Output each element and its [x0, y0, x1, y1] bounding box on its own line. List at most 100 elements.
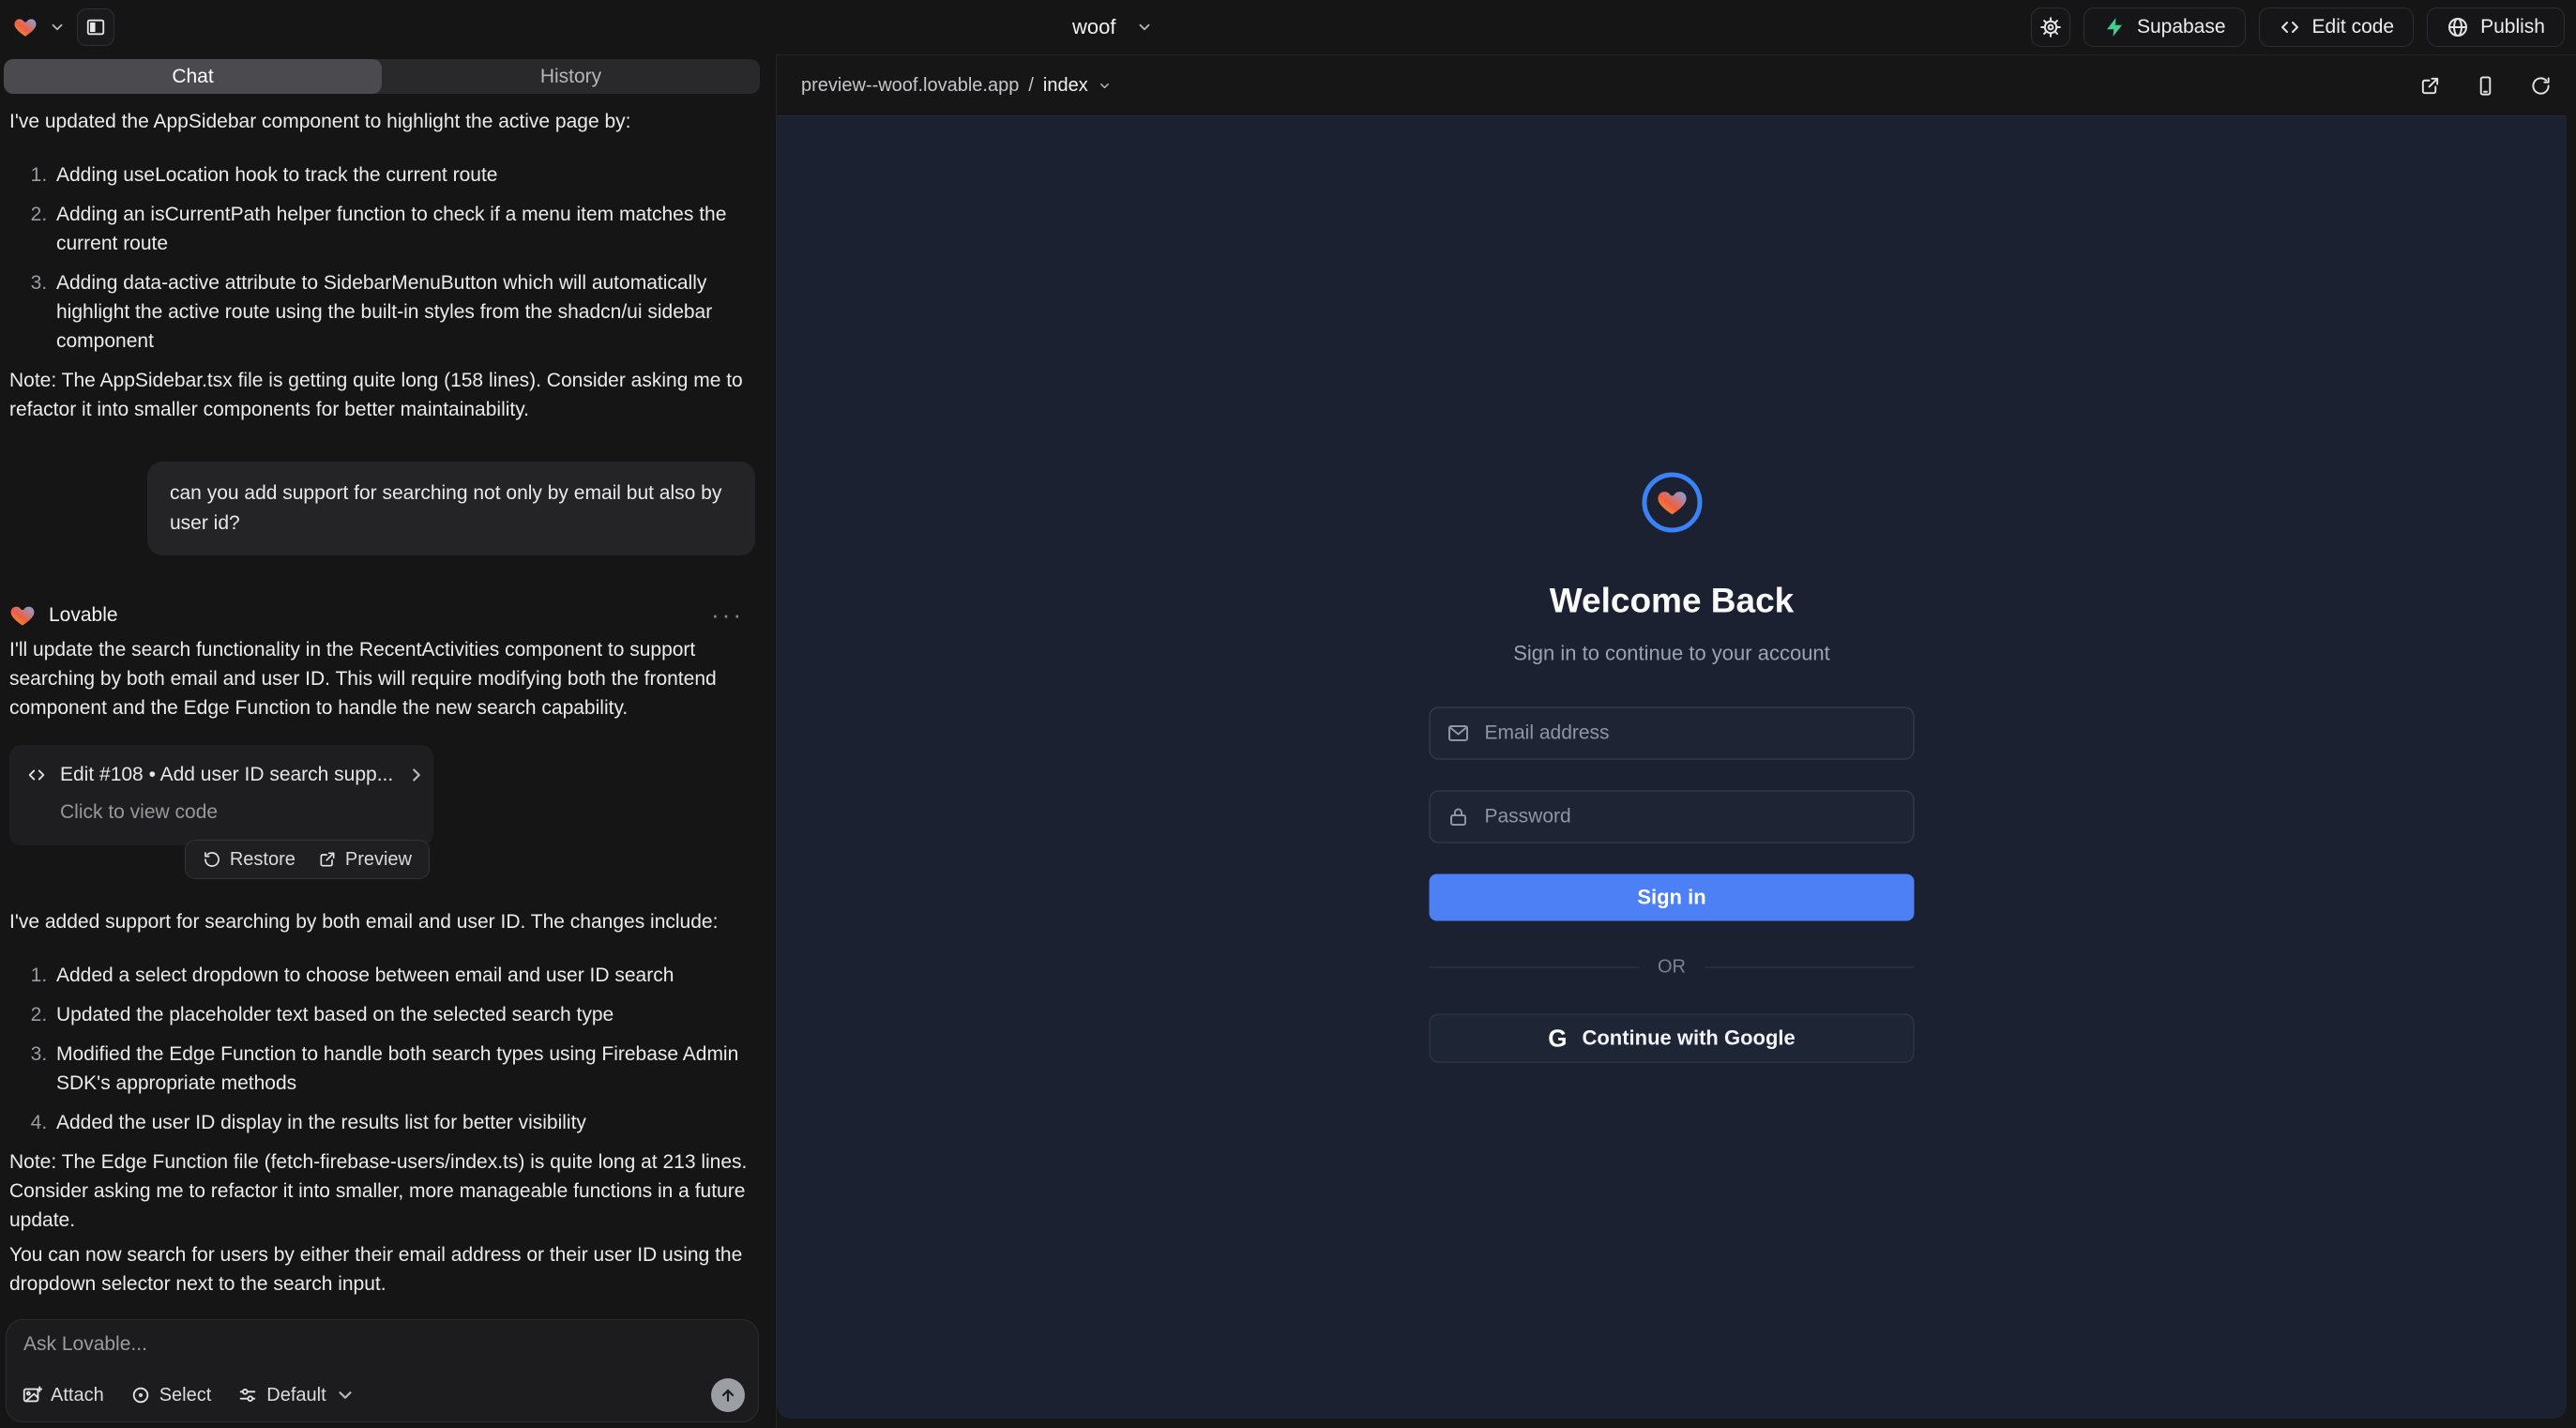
assistant-name: Lovable [49, 600, 118, 630]
edit-code-label: Edit code [2312, 16, 2395, 38]
supabase-label: Supabase [2137, 16, 2226, 38]
tab-history[interactable]: History [382, 59, 760, 94]
mode-label: Default [266, 1385, 326, 1406]
heart-logo-icon [1656, 487, 1688, 519]
page-title: Welcome Back [1550, 582, 1795, 621]
lock-icon [1447, 806, 1470, 828]
chevron-right-icon [406, 765, 427, 785]
chat-input[interactable] [23, 1333, 741, 1375]
project-title[interactable]: woof [1072, 0, 1153, 54]
code-icon [26, 765, 47, 785]
preview-button[interactable]: Preview [318, 845, 412, 874]
list-item: Adding data-active attribute to SidebarM… [53, 268, 755, 356]
select-label: Select [159, 1385, 212, 1406]
project-menu-chevron-down-icon[interactable] [49, 19, 66, 36]
user-message-row: can you add support for searching not on… [9, 462, 755, 555]
external-link-icon [318, 850, 337, 869]
restore-button[interactable]: Restore [203, 845, 295, 874]
tab-chat[interactable]: Chat [4, 59, 382, 94]
assistant-paragraph: I've added support for searching by both… [9, 907, 755, 936]
attach-button[interactable]: Attach [22, 1385, 104, 1406]
chat-panel: Chat History I've updated the AppSidebar… [0, 54, 765, 1428]
chat-messages: I've updated the AppSidebar component to… [9, 101, 755, 1314]
user-message-bubble: can you add support for searching not on… [147, 462, 755, 555]
list-item: Added a select dropdown to choose betwee… [53, 961, 755, 990]
arrow-up-icon [719, 1386, 737, 1405]
lovable-logo-heart-icon[interactable] [13, 15, 38, 39]
sign-in-button[interactable]: Sign in [1430, 874, 1915, 921]
preview-url[interactable]: preview--woof.lovable.app / index [801, 75, 1112, 97]
mode-selector[interactable]: Default [237, 1385, 355, 1406]
assistant-note: Note: The AppSidebar.tsx file is getting… [9, 366, 755, 424]
edit-card-subtitle: Click to view code [60, 798, 417, 827]
preview-header: preview--woof.lovable.app / index [777, 55, 2576, 115]
attach-label: Attach [51, 1385, 104, 1406]
page-subtitle: Sign in to continue to your account [1513, 642, 1830, 666]
email-field-wrap [1430, 707, 1915, 760]
path-separator: / [1028, 75, 1034, 97]
sliders-icon [237, 1385, 258, 1405]
list-item: Modified the Edge Function to handle bot… [53, 1040, 755, 1098]
list-item: Adding useLocation hook to track the cur… [53, 160, 755, 190]
restore-icon [203, 850, 221, 869]
project-chevron-down-icon [1136, 19, 1153, 36]
assistant-paragraph: I've updated the AppSidebar component to… [9, 107, 755, 136]
topbar: woof Supabase [0, 0, 2576, 54]
publish-button[interactable]: Publish [2427, 8, 2565, 47]
publish-label: Publish [2480, 16, 2545, 38]
assistant-list: Adding useLocation hook to track the cur… [9, 160, 755, 356]
google-button-label: Continue with Google [1582, 1026, 1795, 1051]
list-item: Adding an isCurrentPath helper function … [53, 200, 755, 258]
google-g-icon: G [1548, 1024, 1567, 1053]
preview-page: index [1043, 75, 1088, 97]
mobile-view-icon[interactable] [2475, 75, 2496, 97]
lovable-avatar-heart-icon [9, 602, 36, 629]
select-target-icon [130, 1385, 151, 1405]
restore-label: Restore [230, 845, 295, 874]
sidebar-toggle-button[interactable] [77, 8, 114, 46]
topbar-left [13, 0, 114, 54]
mail-icon [1447, 722, 1470, 745]
panel-left-icon [85, 17, 106, 38]
signin-form: Sign in OR G Continue with Google [1430, 707, 1915, 1063]
globe-icon [2447, 16, 2469, 38]
preview-panel: preview--woof.lovable.app / index Welcom… [776, 54, 2576, 1428]
edit-card-header: Edit #108 • Add user ID search supp... [26, 760, 417, 789]
open-in-new-tab-icon[interactable] [2419, 75, 2441, 97]
edit-card[interactable]: Edit #108 • Add user ID search supp... C… [9, 745, 433, 845]
supabase-bolt-icon [2103, 16, 2126, 38]
chat-history-tabs: Chat History [4, 59, 760, 94]
divider-line [1430, 967, 1640, 968]
assistant-header: Lovable ··· [9, 600, 755, 630]
password-field-wrap [1430, 791, 1915, 843]
send-button[interactable] [711, 1378, 745, 1412]
attach-image-icon [22, 1385, 42, 1405]
list-item: Updated the placeholder text based on th… [53, 1000, 755, 1029]
preview-viewport: Welcome Back Sign in to continue to your… [777, 115, 2567, 1419]
email-field[interactable] [1431, 708, 1914, 759]
google-sign-in-button[interactable]: G Continue with Google [1430, 1014, 1915, 1063]
divider-label: OR [1658, 957, 1686, 979]
message-more-menu[interactable]: ··· [711, 600, 744, 630]
preview-domain: preview--woof.lovable.app [801, 75, 1019, 97]
assistant-paragraph: You can now search for users by either t… [9, 1240, 755, 1299]
edit-code-button[interactable]: Edit code [2259, 8, 2415, 47]
edit-card-title: Edit #108 • Add user ID search supp... [60, 760, 393, 789]
assistant-paragraph: I'll update the search functionality in … [9, 635, 755, 722]
topbar-actions: Supabase Edit code Publish [2031, 8, 2565, 47]
or-divider: OR [1430, 957, 1915, 979]
select-button[interactable]: Select [130, 1385, 212, 1406]
supabase-button[interactable]: Supabase [2084, 8, 2246, 47]
refresh-icon[interactable] [2530, 75, 2552, 97]
composer-toolbar: Attach Select Default [22, 1378, 745, 1412]
code-brackets-icon [2279, 16, 2301, 38]
assistant-note: Note: The Edge Function file (fetch-fire… [9, 1147, 755, 1235]
settings-button[interactable] [2031, 8, 2070, 47]
list-item: Added the user ID display in the results… [53, 1108, 755, 1137]
app-logo [1642, 473, 1702, 533]
preview-label: Preview [345, 845, 412, 874]
project-name: woof [1072, 15, 1115, 39]
assistant-list: Added a select dropdown to choose betwee… [9, 961, 755, 1137]
password-field[interactable] [1431, 792, 1914, 843]
edit-card-actions: Restore Preview [185, 840, 430, 879]
